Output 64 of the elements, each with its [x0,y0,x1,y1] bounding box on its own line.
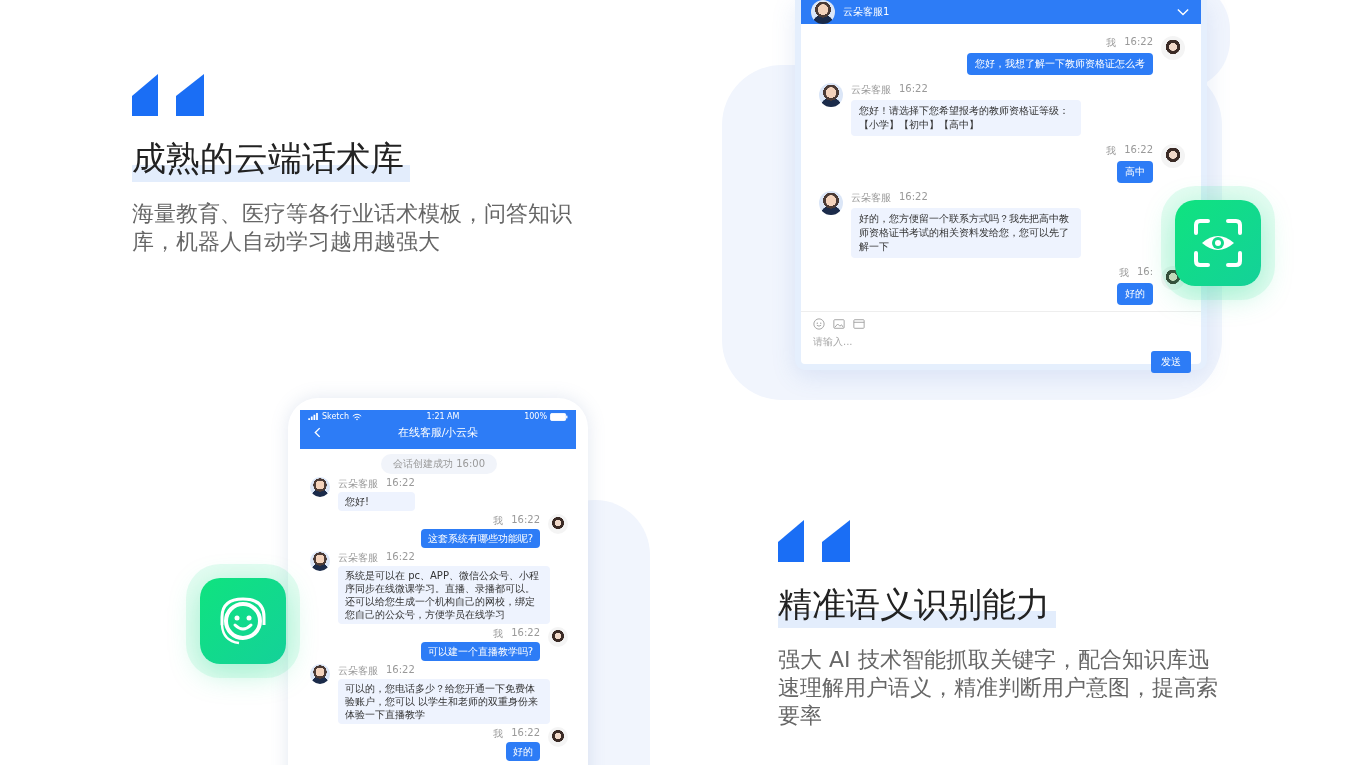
sender-name: 我 [493,727,504,741]
sender-name: 云朵客服 [851,191,891,205]
agent-avatar [811,0,835,24]
message-bubble: 高中 [1117,161,1153,183]
user-avatar [548,627,568,647]
message-bubble: 系统是可以在 pc、APP、微信公众号、小程序同步在线微课学习。直播、录播都可以。还可以给您生成一个机构自己的网校，绑定您自己的公众号，方便学员在线学习 [338,566,550,624]
agent-avatar [819,83,843,107]
user-avatar [1161,144,1185,168]
sender-name: 云朵客服 [338,477,378,491]
message-bubble: 这套系统有哪些功能呢? [420,529,540,548]
system-notice: 会话创建成功 16:00 [381,454,497,474]
user-avatar [548,514,568,534]
sender-name: 我 [1106,36,1117,50]
message-time: 16:22 [511,627,540,640]
sender-name: 我 [493,514,504,528]
sender-name: 云朵客服 [338,664,378,678]
user-avatar [1161,36,1185,60]
emoji-icon[interactable] [813,318,825,330]
wifi-icon [351,412,362,421]
message-bubble: 您好，我想了解一下教师资格证怎么考 [967,53,1153,75]
agent-avatar [310,477,330,497]
sender-name: 我 [1118,266,1129,280]
message-time: 16:22 [1124,36,1153,49]
sender-name: 我 [1106,144,1117,158]
back-icon[interactable] [314,426,321,438]
message-bubble: 好的 [506,742,540,761]
feature-description: 强大 AI 技术智能抓取关键字，配合知识库迅速理解用户语义，精准判断用户意图，提高索要率 [778,646,1218,730]
agent-avatar [819,191,843,215]
agent-avatar [310,664,330,684]
message-time: 16:22 [511,514,540,527]
message-time: 16:22 [899,191,928,204]
quote-icon [132,74,204,116]
sender-name: 云朵客服 [338,551,378,565]
feature-description: 海量教育、医疗等各行业话术模板，问答知识库，机器人自动学习越用越强大 [132,200,572,256]
chat-title: 在线客服/小云朵 [397,424,479,440]
message-bubble: 您好！请选择下您希望报考的教师资格证等级：【小学】【初中】【高中】 [851,100,1081,136]
agent-name: 云朵客服1 [843,5,891,19]
window-icon[interactable] [853,318,865,330]
chevron-down-icon[interactable] [1177,8,1189,16]
message-bubble: 可以建一个直播教学吗? [420,642,540,661]
sender-name: 云朵客服 [851,83,891,97]
message-bubble: 可以的，您电话多少？给您开通一下免费体验账户，您可以 以学生和老师的双重身份来体验一下直播教学 [338,679,550,724]
message-time: 16:22 [899,83,928,96]
image-icon[interactable] [833,318,845,330]
send-button[interactable]: 发送 [1151,351,1191,373]
status-time: 1:21 AM [426,412,460,421]
message-time: 16:22 [386,551,415,564]
message-time: 16: [1136,266,1153,279]
message-bubble: 您好! [338,492,415,511]
user-avatar [548,727,568,747]
headset-smiley-icon [200,578,286,664]
message-time: 16:22 [386,477,415,490]
quote-icon [778,520,850,562]
sender-name: 我 [493,627,504,641]
message-time: 16:22 [386,664,415,677]
message-bubble: 好的，您方便留一个联系方式吗？我先把高中教师资格证书考试的相关资料发给您，您可以先了解一下 [851,208,1081,258]
battery-icon [550,412,568,421]
message-bubble: 好的 [1117,283,1153,305]
message-time: 16:22 [511,727,540,740]
signal-icon [308,413,319,420]
carrier-name: Sketch [322,412,349,421]
battery-percent: 100% [524,412,547,421]
agent-avatar [310,551,330,571]
message-time: 16:22 [1124,144,1153,157]
